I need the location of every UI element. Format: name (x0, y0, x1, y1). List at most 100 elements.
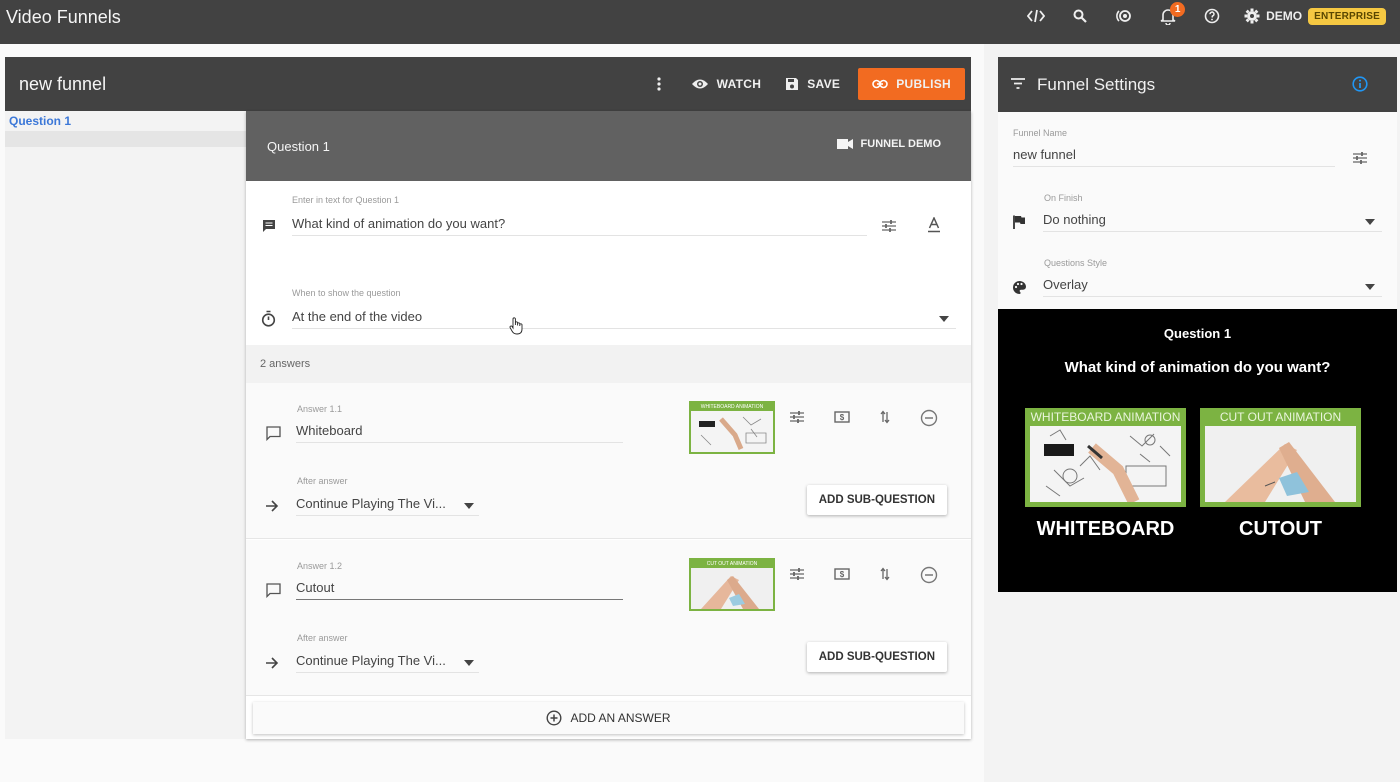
watch-label: WATCH (716, 77, 762, 91)
reorder-icon[interactable] (876, 408, 894, 426)
save-label: SAVE (807, 77, 841, 91)
price-icon[interactable]: $ (832, 408, 852, 426)
comment-outline-icon (264, 581, 282, 599)
help-icon (1204, 8, 1220, 24)
funnel-name-input[interactable]: new funnel (1013, 145, 1335, 167)
broadcast-button[interactable] (1102, 0, 1146, 32)
remove-circle-icon[interactable] (919, 565, 939, 585)
eye-icon (691, 79, 708, 89)
app-bar: Video Funnels 1 DEMO ENTERPRISE (0, 0, 1400, 44)
chevron-down-icon (939, 316, 949, 322)
user-menu[interactable]: DEMO ENTERPRISE (1244, 7, 1386, 25)
question-preview: Question 1 What kind of animation do you… (998, 309, 1397, 592)
info-icon[interactable] (1352, 76, 1368, 92)
answer-thumbnail[interactable]: CUT OUT ANIMATION (689, 558, 775, 611)
preview-question-text: What kind of animation do you want? (1064, 359, 1331, 376)
on-finish-label: On Finish (1044, 193, 1083, 203)
after-answer-select[interactable]: Continue Playing The Vi... (296, 494, 479, 516)
editor-toolbar: WATCH SAVE PUBLISH (645, 68, 965, 100)
notifications-button[interactable]: 1 (1146, 0, 1190, 32)
thumbnail-caption: CUT OUT ANIMATION (691, 560, 773, 568)
save-icon (786, 78, 799, 90)
timer-icon (259, 309, 277, 327)
help-button[interactable] (1190, 0, 1234, 32)
sidebar-item-highlight (5, 131, 246, 147)
comment-icon (260, 217, 278, 235)
svg-text:$: $ (840, 413, 845, 422)
publish-button[interactable]: PUBLISH (858, 68, 965, 100)
funnel-settings-title: Funnel Settings (1037, 75, 1156, 94)
whiteboard-thumbnail-image (691, 411, 773, 452)
answer-thumbnail[interactable]: WHITEBOARD ANIMATION (689, 401, 775, 454)
preview-card-caption: WHITEBOARD ANIMATION (1030, 410, 1181, 424)
add-sub-question-button[interactable]: ADD SUB-QUESTION (806, 485, 947, 515)
question-text-input[interactable]: What kind of animation do you want? (292, 214, 867, 236)
price-icon[interactable]: $ (832, 565, 852, 583)
embed-code-button[interactable] (1014, 0, 1058, 32)
palette-icon (1010, 278, 1028, 296)
preview-card-caption: CUT OUT ANIMATION (1219, 410, 1342, 424)
add-circle-icon (546, 710, 562, 726)
comment-outline-icon (264, 424, 282, 442)
videocam-icon (836, 139, 853, 149)
after-answer-select[interactable]: Continue Playing The Vi... (296, 651, 479, 673)
svg-text:$: $ (840, 570, 845, 579)
tune-icon[interactable] (879, 217, 899, 235)
watch-button[interactable]: WATCH (679, 68, 774, 100)
tune-icon[interactable] (787, 408, 807, 426)
publish-label: PUBLISH (896, 77, 951, 91)
question-header: Question 1 FUNNEL DEMO (246, 111, 971, 181)
add-answer-label: ADD AN ANSWER (570, 711, 671, 725)
preview-answer-card[interactable]: WHITEBOARD ANIMATION (1025, 408, 1186, 507)
gear-icon (1244, 8, 1260, 24)
tune-icon[interactable] (1350, 149, 1370, 167)
filter-icon (1011, 78, 1025, 89)
appbar-actions: 1 DEMO ENTERPRISE (1014, 0, 1400, 32)
question-panel: Question 1 FUNNEL DEMO Enter in text for… (246, 111, 971, 739)
user-name: DEMO (1266, 9, 1303, 23)
reorder-icon[interactable] (876, 565, 894, 583)
search-icon (1073, 9, 1087, 23)
thumbnail-caption: WHITEBOARD ANIMATION (691, 403, 773, 411)
preview-question-title: Question 1 (1163, 326, 1232, 341)
save-button[interactable]: SAVE (773, 68, 852, 100)
preview-answer-label: WHITEBOARD (1036, 518, 1175, 540)
answer-label: Answer 1.1 (297, 404, 343, 414)
question-list-sidebar: Question 1 (5, 111, 246, 739)
arrow-forward-icon (263, 654, 281, 672)
funnel-name-label: Funnel Name (1013, 128, 1068, 138)
remove-circle-icon[interactable] (919, 408, 939, 428)
plan-badge: ENTERPRISE (1308, 7, 1386, 25)
funnel-settings-form: Funnel Name new funnel On Finish Do noth… (998, 112, 1397, 309)
question-text-label: Enter in text for Question 1 (292, 195, 400, 205)
after-answer-label: After answer (297, 633, 348, 643)
app-title: Video Funnels (6, 7, 121, 27)
answer-item: Answer 1.2 Cutout CUT OUT ANIMATION $ Af… (246, 540, 971, 696)
text-format-icon[interactable] (924, 215, 944, 235)
editor-header: new funnel WATCH SAVE PUBLISH (5, 57, 971, 111)
flag-icon (1010, 213, 1028, 231)
sidebar-item-question-1[interactable]: Question 1 (5, 111, 246, 131)
answer-item: Answer 1.1 Whiteboard WHITEBOARD ANIMATI… (246, 383, 971, 539)
link-icon (872, 79, 889, 89)
preview-answer-card[interactable]: CUT OUT ANIMATION (1200, 408, 1361, 507)
whiteboard-preview-image (1030, 426, 1181, 502)
funnel-demo-button[interactable]: FUNNEL DEMO (836, 138, 941, 150)
after-answer-label: After answer (297, 476, 348, 486)
on-finish-select[interactable]: Do nothing (1043, 210, 1382, 232)
questions-style-label: Questions Style (1044, 258, 1108, 268)
add-answer-button[interactable]: ADD AN ANSWER (253, 702, 964, 734)
cutout-preview-image (1205, 426, 1356, 502)
more-options-button[interactable] (645, 68, 673, 100)
when-to-show-select[interactable]: At the end of the video (292, 307, 956, 329)
answer-text-input[interactable]: Whiteboard (296, 421, 623, 443)
search-button[interactable] (1058, 0, 1102, 32)
questions-style-select[interactable]: Overlay (1043, 275, 1382, 297)
question-title: Question 1 (267, 139, 330, 154)
tune-icon[interactable] (787, 565, 807, 583)
funnel-name-title: new funnel (19, 74, 107, 94)
add-sub-question-button[interactable]: ADD SUB-QUESTION (806, 642, 947, 672)
chevron-down-icon (1365, 284, 1375, 290)
preview-answer-label: CUTOUT (1239, 518, 1322, 540)
answer-text-input[interactable]: Cutout (296, 578, 623, 600)
